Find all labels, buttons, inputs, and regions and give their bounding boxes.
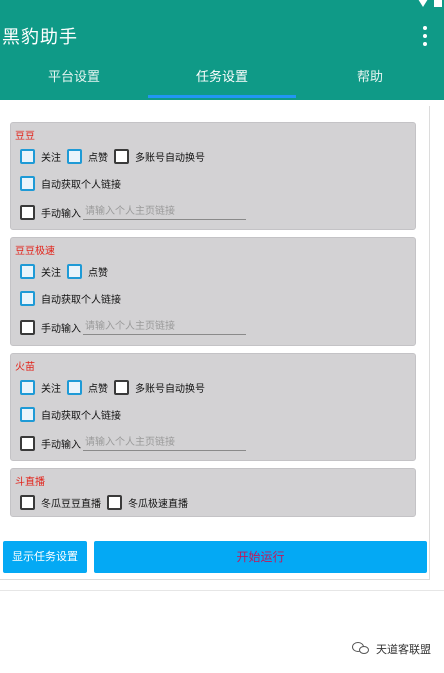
like-checkbox[interactable] xyxy=(67,379,82,395)
more-menu-icon[interactable] xyxy=(422,26,428,46)
homepage-link-input[interactable] xyxy=(83,204,246,220)
section-title: 豆豆 xyxy=(15,131,35,142)
multi-account-checkbox[interactable] xyxy=(114,379,129,395)
watermark-text: 天道客联盟 xyxy=(376,643,431,656)
like-label: 点赞 xyxy=(88,383,108,395)
donggua-fast-live-label: 冬瓜极速直播 xyxy=(128,498,188,510)
watermark: 天道客联盟 xyxy=(352,641,431,657)
multi-account-label: 多账号自动换号 xyxy=(135,383,205,395)
auto-link-label: 自动获取个人链接 xyxy=(41,179,121,191)
manual-input-checkbox[interactable] xyxy=(20,319,35,335)
follow-checkbox[interactable] xyxy=(20,263,35,279)
auto-link-row: 自动获取个人链接 xyxy=(20,405,127,423)
tab-help[interactable]: 帮助 xyxy=(296,64,444,100)
start-button[interactable]: 开始运行 xyxy=(94,541,427,573)
app-bar: 黑豹助手 平台设置 任务设置 帮助 xyxy=(0,10,444,100)
follow-label: 关注 xyxy=(41,267,61,279)
donggua-doudou-live-checkbox[interactable] xyxy=(20,494,35,510)
like-label: 点赞 xyxy=(88,267,108,279)
status-bar xyxy=(0,0,444,10)
manual-input-checkbox[interactable] xyxy=(20,435,35,451)
manual-input-row: 手动输入 xyxy=(20,318,246,336)
section-dou-live: 斗直播 冬瓜豆豆直播 冬瓜极速直播 xyxy=(10,468,416,517)
tab-platform-settings[interactable]: 平台设置 xyxy=(0,64,148,100)
follow-label: 关注 xyxy=(41,383,61,395)
app-title: 黑豹助手 xyxy=(2,27,78,48)
manual-input-row: 手动输入 xyxy=(20,203,246,221)
section-doudou: 豆豆 关注 点赞 多账号自动换号 自动获取个人链接 手动输入 xyxy=(10,122,416,230)
auto-link-label: 自动获取个人链接 xyxy=(41,410,121,422)
section-huomiao: 火苗 关注 点赞 多账号自动换号 自动获取个人链接 手动输入 xyxy=(10,353,416,461)
auto-link-label: 自动获取个人链接 xyxy=(41,294,121,306)
follow-label: 关注 xyxy=(41,152,61,164)
multi-account-checkbox[interactable] xyxy=(114,148,129,164)
homepage-link-input[interactable] xyxy=(83,435,246,451)
auto-link-checkbox[interactable] xyxy=(20,406,35,422)
show-task-settings-button[interactable]: 显示任务设置 xyxy=(3,541,87,573)
donggua-doudou-live-label: 冬瓜豆豆直播 xyxy=(41,498,101,510)
manual-input-label: 手动输入 xyxy=(41,439,81,451)
status-icons xyxy=(418,0,442,9)
options-row: 关注 点赞 多账号自动换号 xyxy=(20,147,211,165)
signal-icon xyxy=(418,0,428,7)
options-row: 关注 点赞 xyxy=(20,262,114,280)
wechat-icon xyxy=(352,642,370,656)
manual-input-label: 手动输入 xyxy=(41,323,81,335)
like-label: 点赞 xyxy=(88,152,108,164)
section-title: 斗直播 xyxy=(15,477,45,488)
manual-input-checkbox[interactable] xyxy=(20,204,35,220)
like-checkbox[interactable] xyxy=(67,263,82,279)
options-row: 关注 点赞 多账号自动换号 xyxy=(20,378,211,396)
multi-account-label: 多账号自动换号 xyxy=(135,152,205,164)
manual-input-row: 手动输入 xyxy=(20,434,246,452)
section-title: 火苗 xyxy=(15,362,35,373)
task-settings-panel: 豆豆 关注 点赞 多账号自动换号 自动获取个人链接 手动输入 豆豆极速 关注 点… xyxy=(0,106,430,580)
auto-link-row: 自动获取个人链接 xyxy=(20,174,127,192)
manual-input-label: 手动输入 xyxy=(41,208,81,220)
divider xyxy=(0,590,444,591)
auto-link-row: 自动获取个人链接 xyxy=(20,289,127,307)
live-options-row: 冬瓜豆豆直播 冬瓜极速直播 xyxy=(20,493,194,511)
section-doudou-fast: 豆豆极速 关注 点赞 自动获取个人链接 手动输入 xyxy=(10,237,416,346)
homepage-link-input[interactable] xyxy=(83,319,246,335)
section-title: 豆豆极速 xyxy=(15,246,55,257)
auto-link-checkbox[interactable] xyxy=(20,290,35,306)
follow-checkbox[interactable] xyxy=(20,148,35,164)
tab-bar: 平台设置 任务设置 帮助 xyxy=(0,64,444,100)
tab-task-settings[interactable]: 任务设置 xyxy=(148,64,296,100)
like-checkbox[interactable] xyxy=(67,148,82,164)
follow-checkbox[interactable] xyxy=(20,379,35,395)
battery-icon xyxy=(434,0,442,7)
auto-link-checkbox[interactable] xyxy=(20,175,35,191)
donggua-fast-live-checkbox[interactable] xyxy=(107,494,122,510)
